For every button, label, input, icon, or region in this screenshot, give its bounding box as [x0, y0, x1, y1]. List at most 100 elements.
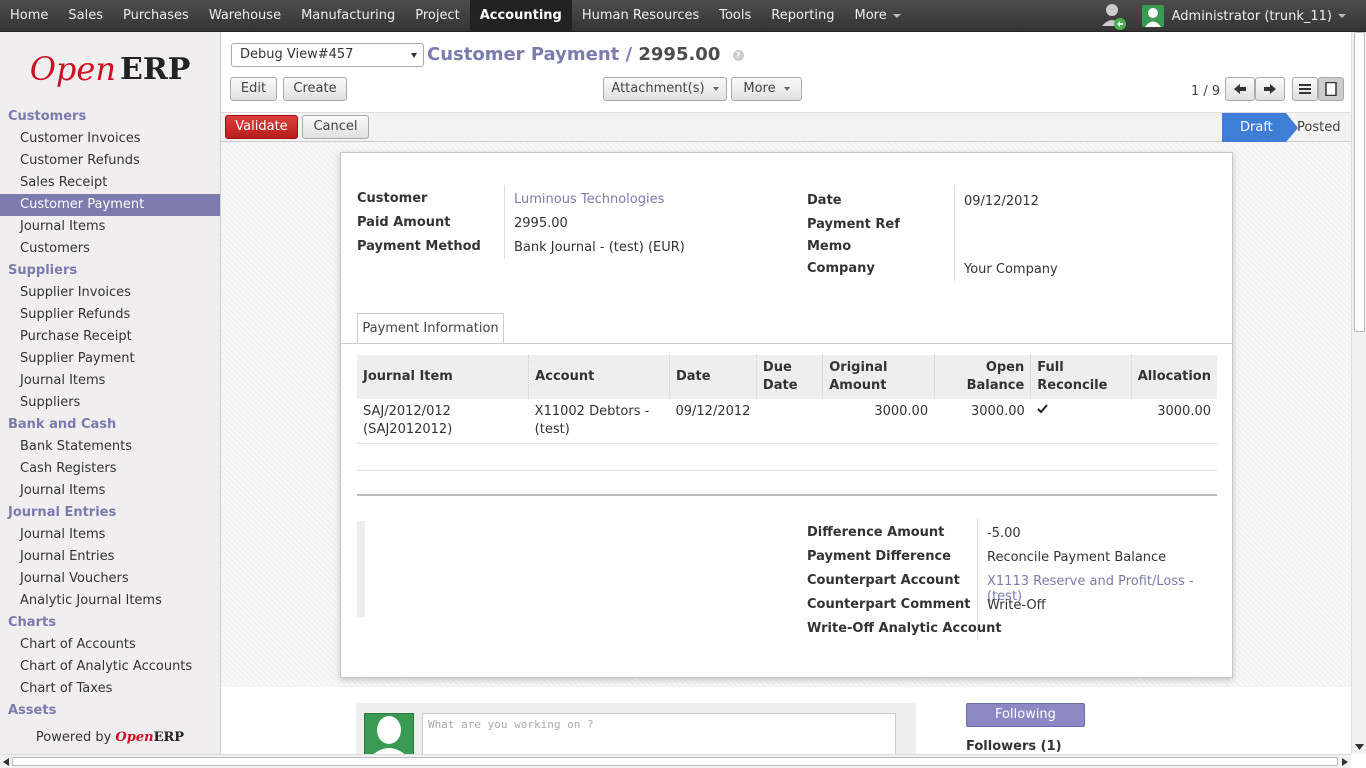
form-view-button[interactable] — [1318, 77, 1344, 101]
avatar[interactable] — [1141, 5, 1164, 27]
sidebar-item-bank-statements[interactable]: Bank Statements — [0, 436, 220, 458]
sidebar-item-analytic-journal-items[interactable]: Analytic Journal Items — [0, 590, 220, 612]
sidebar-section-customers: Customers — [8, 109, 87, 124]
sidebar-item-journal-vouchers[interactable]: Journal Vouchers — [0, 568, 220, 590]
cell-date[interactable]: 09/12/2012 — [669, 399, 757, 444]
section-separator — [357, 494, 1217, 496]
cell-full-reconcile[interactable] — [1030, 399, 1132, 444]
column-date[interactable]: Date — [668, 355, 757, 399]
customer-link[interactable]: Luminous Technologies — [514, 192, 664, 207]
cell-open-balance[interactable]: 3000.00 — [934, 399, 1031, 444]
horizontal-scroll-thumb[interactable] — [12, 757, 1338, 766]
menu-manufacturing[interactable]: Manufacturing — [291, 0, 405, 32]
top-menu-bar: Home Sales Purchases Warehouse Manufactu… — [0, 0, 1366, 32]
sidebar-item-customers[interactable]: Customers — [0, 238, 220, 260]
menu-warehouse[interactable]: Warehouse — [199, 0, 291, 32]
user-menu[interactable]: Administrator (trunk_11) — [1172, 9, 1346, 24]
cell-account[interactable]: X11002 Debtors - (test) — [528, 399, 670, 444]
menu-tools[interactable]: Tools — [709, 0, 761, 32]
sidebar-item-cash-registers[interactable]: Cash Registers — [0, 458, 220, 480]
horizontal-scrollbar[interactable] — [0, 754, 1351, 768]
attachments-button[interactable]: Attachment(s) — [603, 77, 727, 101]
powered-by-label: Powered by — [35, 730, 112, 745]
counterpart-comment-value[interactable]: Write-Off — [987, 598, 1046, 613]
powered-by[interactable]: Powered by OpenERP — [0, 724, 220, 754]
edit-button[interactable]: Edit — [230, 77, 277, 101]
company-value[interactable]: Your Company — [964, 262, 1058, 277]
sidebar-item-chart-of-taxes[interactable]: Chart of Taxes — [0, 678, 220, 700]
sidebar-item-journal-entries[interactable]: Journal Entries — [0, 546, 220, 568]
column-account[interactable]: Account — [528, 355, 670, 399]
list-view-button[interactable] — [1292, 77, 1318, 101]
more-button[interactable]: More — [731, 77, 802, 101]
column-full-reconcile[interactable]: Full Reconcile — [1030, 355, 1132, 399]
followers-count[interactable]: Followers (1) — [966, 739, 1062, 754]
sidebar-item-customer-refunds[interactable]: Customer Refunds — [0, 150, 220, 172]
menu-home[interactable]: Home — [0, 0, 58, 32]
debug-view-value: Debug View#457 — [240, 47, 354, 62]
scroll-down-icon[interactable] — [1355, 744, 1364, 750]
previous-record-button[interactable] — [1225, 77, 1255, 101]
table-row[interactable]: SAJ/2012/012 (SAJ2012012) X11002 Debtors… — [357, 399, 1217, 444]
sidebar-item-chart-of-analytic-accounts[interactable]: Chart of Analytic Accounts — [0, 656, 220, 678]
menu-more[interactable]: More — [844, 0, 910, 32]
date-value[interactable]: 09/12/2012 — [964, 194, 1039, 209]
payment-method-value[interactable]: Bank Journal - (test) (EUR) — [514, 240, 685, 255]
cell-due-date[interactable] — [756, 399, 823, 444]
scroll-left-icon[interactable] — [3, 758, 9, 766]
validate-button[interactable]: Validate — [225, 115, 298, 139]
menu-sales[interactable]: Sales — [58, 0, 113, 32]
user-presence-icon[interactable] — [1100, 2, 1128, 30]
column-journal-item[interactable]: Journal Item — [357, 355, 529, 399]
sidebar-item-purchase-receipt[interactable]: Purchase Receipt — [0, 326, 220, 348]
cancel-button[interactable]: Cancel — [302, 115, 369, 139]
stage-draft[interactable]: Draft — [1222, 113, 1298, 142]
payment-difference-value[interactable]: Reconcile Payment Balance — [987, 550, 1166, 565]
vertical-scroll-thumb[interactable] — [1354, 32, 1365, 332]
menu-project[interactable]: Project — [405, 0, 469, 32]
openerp-logo[interactable]: Open ERP — [0, 32, 220, 106]
menu-accounting[interactable]: Accounting — [469, 0, 572, 32]
scroll-right-icon[interactable] — [1342, 758, 1348, 766]
help-icon[interactable]: ? — [732, 49, 744, 61]
menu-human-resources[interactable]: Human Resources — [572, 0, 709, 32]
form-view-icon — [1325, 81, 1337, 96]
sidebar-item-journal-items[interactable]: Journal Items — [0, 524, 220, 546]
sidebar-item-supplier-invoices[interactable]: Supplier Invoices — [0, 282, 220, 304]
breadcrumb-customer-payment[interactable]: Customer Payment — [427, 44, 619, 65]
sidebar-item-sales-receipt[interactable]: Sales Receipt — [0, 172, 220, 194]
column-due-date[interactable]: Due Date — [755, 355, 823, 399]
paid-amount-value[interactable]: 2995.00 — [514, 216, 568, 231]
vertical-scrollbar[interactable] — [1351, 32, 1366, 754]
sidebar-item-chart-of-accounts[interactable]: Chart of Accounts — [0, 634, 220, 656]
column-allocation[interactable]: Allocation — [1130, 355, 1217, 399]
sidebar-item-suppliers[interactable]: Suppliers — [0, 392, 220, 414]
sidebar-item-journal-items[interactable]: Journal Items — [0, 480, 220, 502]
debug-view-select[interactable]: Debug View#457 — [231, 43, 424, 67]
chevron-down-icon — [411, 53, 417, 58]
message-input[interactable]: What are you working on ? — [422, 713, 896, 754]
topbar-right: Administrator (trunk_11) — [1100, 0, 1346, 32]
next-record-button[interactable] — [1255, 77, 1285, 101]
cell-journal-item[interactable]: SAJ/2012/012 (SAJ2012012) — [357, 399, 529, 444]
menu-reporting[interactable]: Reporting — [761, 0, 844, 32]
create-button[interactable]: Create — [283, 77, 347, 101]
payment-difference-label: Payment Difference — [807, 549, 951, 564]
sidebar-item-customer-payment[interactable]: Customer Payment — [0, 194, 220, 216]
sidebar-item-journal-items[interactable]: Journal Items — [0, 370, 220, 392]
sidebar-item-journal-items[interactable]: Journal Items — [0, 216, 220, 238]
cell-original-amount[interactable]: 3000.00 — [822, 399, 935, 444]
cell-allocation[interactable]: 3000.00 — [1131, 399, 1217, 444]
following-button[interactable]: Following — [966, 703, 1085, 727]
sidebar-item-customer-invoices[interactable]: Customer Invoices — [0, 128, 220, 150]
pager-value: 1 / 9 — [1191, 84, 1221, 99]
sidebar-item-supplier-refunds[interactable]: Supplier Refunds — [0, 304, 220, 326]
column-original-amount[interactable]: Original Amount — [822, 355, 935, 399]
menu-more-label: More — [854, 8, 887, 23]
tab-payment-information[interactable]: Payment Information — [357, 313, 504, 344]
column-open-balance[interactable]: Open Balance — [933, 355, 1031, 399]
menu-purchases[interactable]: Purchases — [113, 0, 199, 32]
stage-posted[interactable]: Posted — [1297, 113, 1340, 142]
checkmark-icon[interactable] — [1037, 404, 1048, 415]
sidebar-item-supplier-payment[interactable]: Supplier Payment — [0, 348, 220, 370]
